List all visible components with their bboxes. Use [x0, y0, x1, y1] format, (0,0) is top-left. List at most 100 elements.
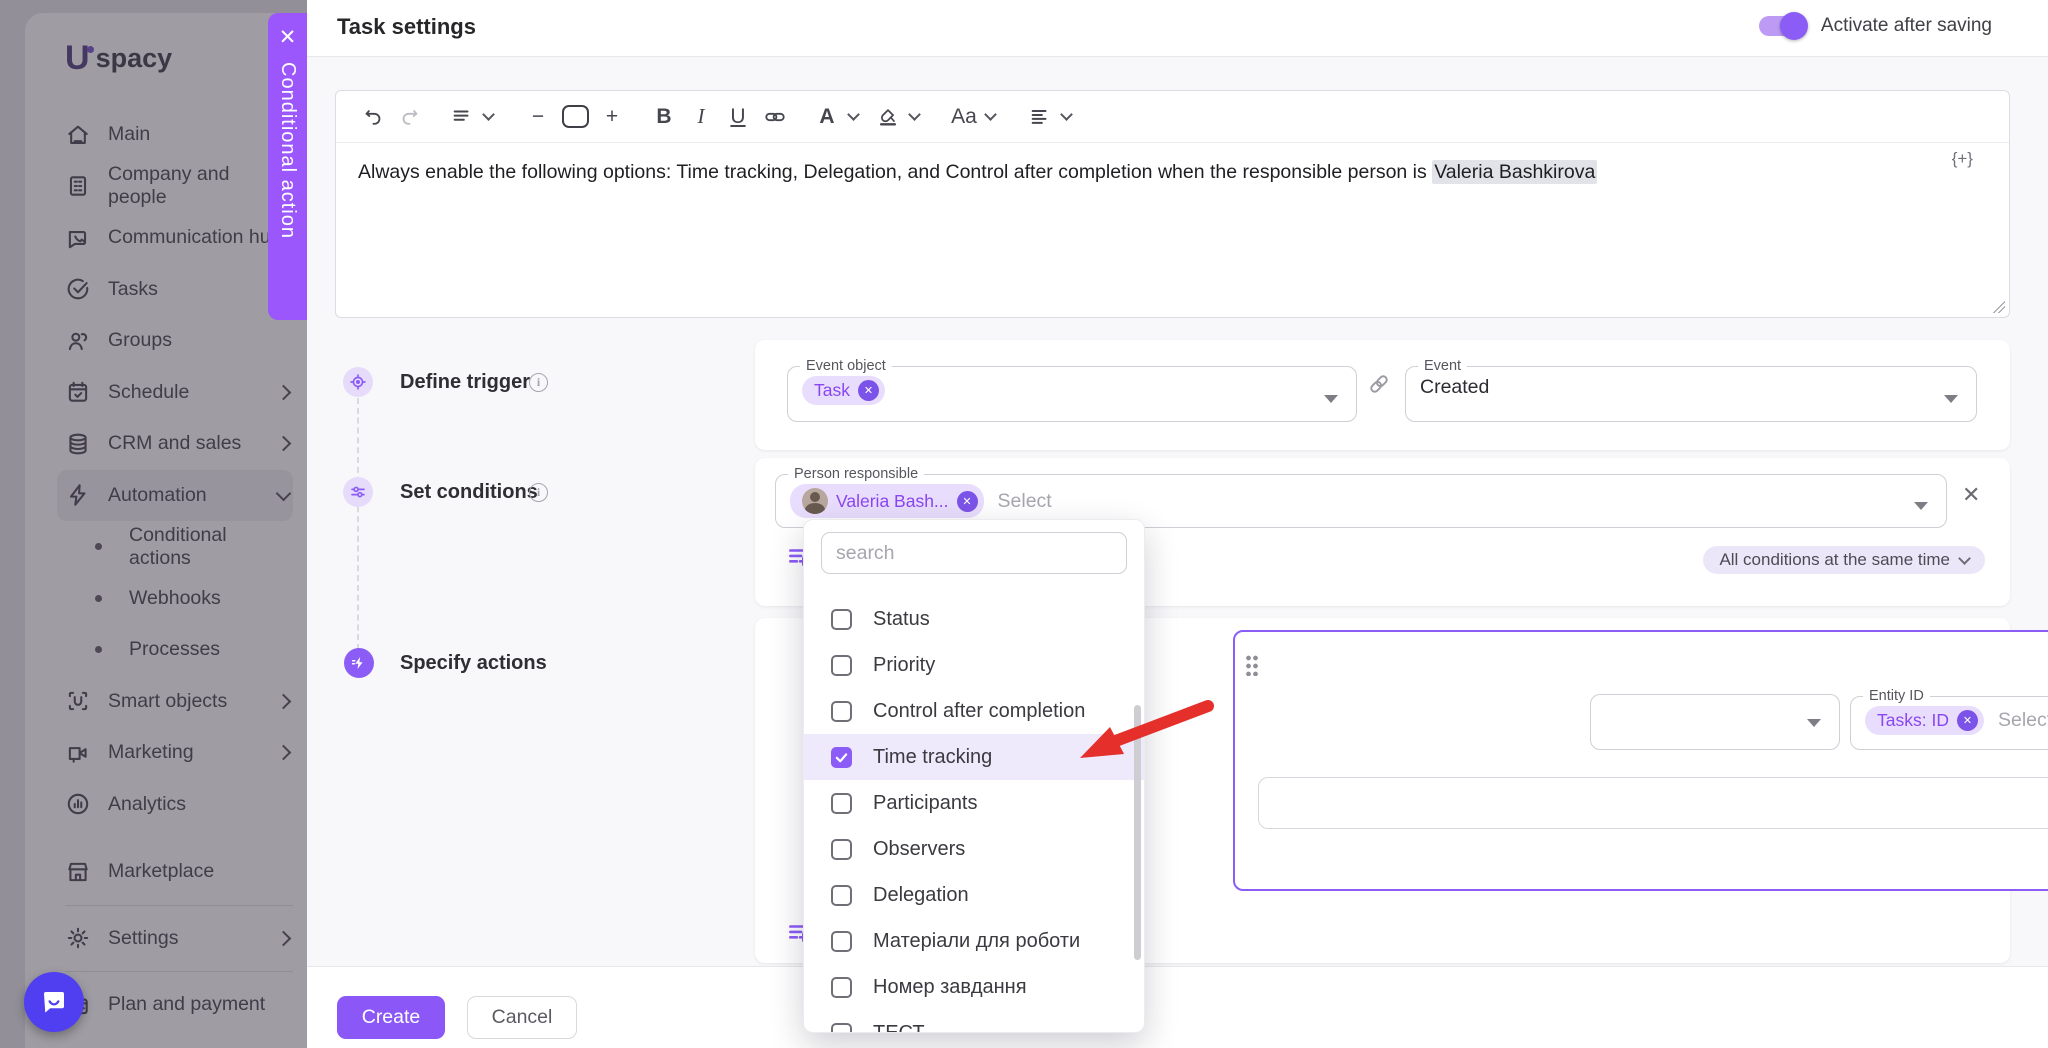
- highlight-color-button[interactable]: [873, 100, 903, 134]
- sidebar-item-company-and-people[interactable]: Company and people: [65, 161, 293, 213]
- dropdown-option-nomer-zavdannia[interactable]: Номер завдання: [804, 964, 1144, 1010]
- sidebar-item-plan-and-payment[interactable]: Plan and payment: [65, 979, 293, 1031]
- sidebar-item-label: Company and people: [108, 163, 293, 209]
- chevron-down-icon[interactable]: [482, 108, 495, 121]
- align-button[interactable]: [1025, 100, 1055, 134]
- resize-handle[interactable]: [1993, 301, 2005, 313]
- mention-highlight[interactable]: Valeria Bashkirova: [1432, 160, 1597, 184]
- sidebar-item-marketplace[interactable]: Marketplace: [65, 846, 293, 898]
- checkbox-icon[interactable]: [831, 793, 852, 814]
- checkbox-icon[interactable]: [831, 977, 852, 998]
- sidebar-item-label: Webhooks: [129, 587, 221, 610]
- checkbox-icon[interactable]: [831, 701, 852, 722]
- sidebar-item-tasks[interactable]: Tasks: [65, 264, 293, 316]
- search-input[interactable]: [821, 532, 1127, 574]
- insert-variable-button[interactable]: {+}: [1952, 149, 1973, 169]
- chevron-down-icon[interactable]: [984, 108, 997, 121]
- bold-button[interactable]: B: [649, 100, 679, 134]
- checkbox-icon[interactable]: [831, 885, 852, 906]
- sidebar-item-smart-objects[interactable]: Smart objects: [65, 676, 293, 728]
- dropdown-caret-icon[interactable]: [1324, 395, 1338, 403]
- sidebar-item-processes[interactable]: Processes: [65, 624, 293, 676]
- chevron-down-icon[interactable]: [847, 108, 860, 121]
- dropdown-caret-icon[interactable]: [1944, 395, 1958, 403]
- drag-handle[interactable]: [1245, 654, 1259, 676]
- increase-font-button[interactable]: +: [597, 100, 627, 134]
- chevron-down-icon: [276, 485, 292, 501]
- sidebar-item-webhooks[interactable]: Webhooks: [65, 573, 293, 625]
- checkbox-icon[interactable]: [831, 931, 852, 952]
- cancel-button[interactable]: Cancel: [467, 996, 577, 1039]
- sidebar-item-settings[interactable]: Settings: [65, 913, 293, 965]
- entity-id-select[interactable]: Entity ID Tasks: ID Select {⋯}: [1850, 688, 2048, 750]
- sidebar-item-groups[interactable]: Groups: [65, 315, 293, 367]
- font-color-button[interactable]: A: [812, 100, 842, 134]
- sidebar-item-label: Groups: [108, 329, 172, 352]
- dropdown-option-status[interactable]: Status: [804, 596, 1144, 642]
- font-size-box-button[interactable]: [560, 100, 590, 134]
- remove-condition-button[interactable]: [1962, 484, 1980, 506]
- decrease-font-button[interactable]: −: [523, 100, 553, 134]
- chat-launcher-button[interactable]: [24, 972, 84, 1032]
- editor-text[interactable]: Always enable the following options: Tim…: [336, 143, 2009, 201]
- sidebar-item-conditional-actions[interactable]: Conditional actions: [65, 521, 293, 573]
- remove-chip-icon[interactable]: [858, 380, 879, 401]
- remove-chip-icon[interactable]: [957, 491, 978, 512]
- link-button[interactable]: [760, 100, 790, 134]
- toggle-knob[interactable]: [1780, 12, 1808, 40]
- close-icon[interactable]: ✕: [279, 27, 297, 48]
- description-editor[interactable]: − + B I U A Aa Always: [335, 90, 2010, 318]
- person-chip[interactable]: Valeria Bash...: [790, 484, 984, 518]
- info-icon[interactable]: i: [529, 483, 548, 502]
- line-height-button[interactable]: [447, 100, 477, 134]
- action-value-input[interactable]: {+}: [1258, 777, 2048, 829]
- action-type-select[interactable]: [1590, 694, 1840, 750]
- editor-toolbar: − + B I U A Aa: [336, 91, 2009, 143]
- undo-button[interactable]: [358, 100, 388, 134]
- sidebar-item-analytics[interactable]: Analytics: [65, 779, 293, 831]
- dropdown-option-time-tracking[interactable]: Time tracking: [804, 734, 1144, 780]
- event-object-chip[interactable]: Task: [802, 376, 885, 405]
- underline-button[interactable]: U: [723, 100, 753, 134]
- dropdown-option-test[interactable]: ТЕСТ: [804, 1010, 1144, 1033]
- info-icon[interactable]: i: [529, 373, 548, 392]
- conditional-action-tab[interactable]: ✕ Conditional action: [268, 13, 307, 320]
- italic-button[interactable]: I: [686, 100, 716, 134]
- checkbox-icon[interactable]: [831, 747, 852, 768]
- text-case-button[interactable]: Aa: [949, 100, 979, 134]
- sidebar-item-schedule[interactable]: Schedule: [65, 367, 293, 419]
- chart-circle-icon: [65, 791, 91, 817]
- dropdown-option-materialy-dlia-roboty[interactable]: Матеріали для роботи: [804, 918, 1144, 964]
- checkbox-icon[interactable]: [831, 1023, 852, 1034]
- sidebar-item-communication-hub[interactable]: Communication hub: [65, 212, 293, 264]
- chevron-down-icon[interactable]: [908, 108, 921, 121]
- dropdown-caret-icon[interactable]: [1914, 502, 1928, 510]
- dropdown-scrollbar[interactable]: [1134, 705, 1141, 960]
- sidebar-item-marketing[interactable]: Marketing: [65, 727, 293, 779]
- chevron-down-icon[interactable]: [1060, 108, 1073, 121]
- dropdown-option-priority[interactable]: Priority: [804, 642, 1144, 688]
- bullet-icon: [95, 646, 102, 653]
- event-object-select[interactable]: Event object Task: [787, 358, 1357, 422]
- checkbox-icon[interactable]: [831, 655, 852, 676]
- dropdown-caret-icon[interactable]: [1807, 719, 1821, 727]
- bullet-icon: [95, 595, 102, 602]
- bullet-icon: [95, 543, 102, 550]
- sidebar-item-crm-and-sales[interactable]: CRM and sales: [65, 418, 293, 470]
- checkbox-icon[interactable]: [831, 609, 852, 630]
- checkbox-icon[interactable]: [831, 839, 852, 860]
- uspacy-logo[interactable]: U spacy: [65, 39, 172, 78]
- dropdown-option-observers[interactable]: Observers: [804, 826, 1144, 872]
- create-button[interactable]: Create: [337, 996, 445, 1039]
- conditions-match-pill[interactable]: All conditions at the same time: [1703, 546, 1985, 574]
- dropdown-option-participants[interactable]: Participants: [804, 780, 1144, 826]
- sidebar-item-automation[interactable]: Automation: [57, 470, 293, 522]
- entity-chip[interactable]: Tasks: ID: [1865, 706, 1984, 735]
- dropdown-option-delegation[interactable]: Delegation: [804, 872, 1144, 918]
- event-select[interactable]: Event Created: [1405, 358, 1977, 422]
- redo-button[interactable]: [395, 100, 425, 134]
- activate-toggle[interactable]: [1759, 16, 1805, 36]
- sidebar-item-main[interactable]: Main: [65, 109, 293, 161]
- remove-chip-icon[interactable]: [1957, 710, 1978, 731]
- dropdown-option-control-after-completion[interactable]: Control after completion: [804, 688, 1144, 734]
